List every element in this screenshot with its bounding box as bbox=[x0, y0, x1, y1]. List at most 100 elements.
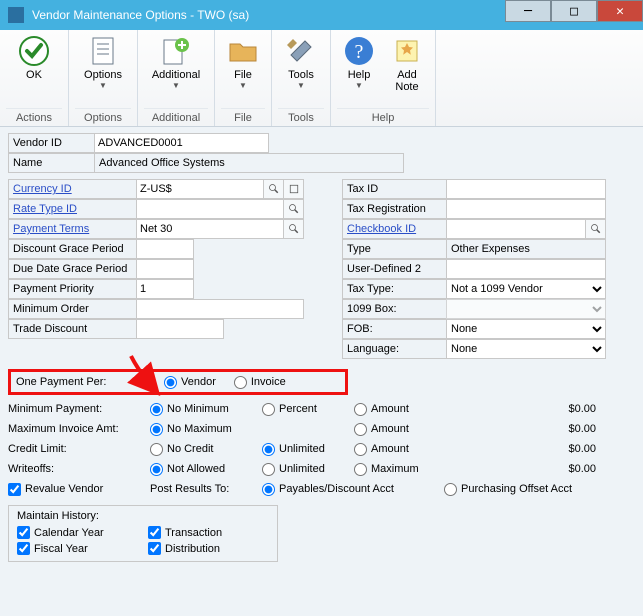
document-plus-icon bbox=[160, 35, 192, 67]
maxinv-nomax-radio[interactable]: No Maximum bbox=[150, 423, 250, 436]
type-label: Type bbox=[342, 239, 446, 259]
discount-grace-field[interactable] bbox=[136, 239, 194, 259]
payment-priority-field[interactable] bbox=[136, 279, 194, 299]
trade-discount-label: Trade Discount bbox=[8, 319, 136, 339]
due-date-grace-field[interactable] bbox=[136, 259, 194, 279]
minpay-nomin-radio[interactable]: No Minimum bbox=[150, 403, 250, 416]
maintain-history-legend: Maintain History: bbox=[17, 510, 269, 522]
type-value: Other Expenses bbox=[446, 239, 606, 259]
fob-select[interactable]: None bbox=[446, 319, 606, 339]
rate-type-id-field[interactable] bbox=[136, 199, 284, 219]
due-date-grace-label: Due Date Grace Period bbox=[8, 259, 136, 279]
folder-icon bbox=[227, 35, 259, 67]
language-label: Language: bbox=[342, 339, 446, 359]
vendor-id-label: Vendor ID bbox=[8, 133, 94, 153]
post-results-to-label: Post Results To: bbox=[150, 483, 250, 495]
writeoff-notallowed-radio[interactable]: Not Allowed bbox=[150, 463, 250, 476]
one-payment-per-label: One Payment Per: bbox=[16, 376, 146, 388]
writeoffs-label: Writeoffs: bbox=[8, 463, 138, 475]
payment-terms-label[interactable]: Payment Terms bbox=[8, 219, 136, 239]
currency-id-field[interactable] bbox=[136, 179, 264, 199]
ribbon-group-additional: Additional bbox=[144, 108, 208, 126]
additional-button[interactable]: Additional ▼ bbox=[144, 32, 208, 90]
help-button[interactable]: ? Help ▼ bbox=[337, 32, 381, 93]
maxinv-amount-value: $0.00 bbox=[446, 423, 596, 435]
options-button[interactable]: Options ▼ bbox=[75, 32, 131, 90]
one-payment-per-group: One Payment Per: Vendor Invoice bbox=[8, 369, 348, 395]
tax-type-label: Tax Type: bbox=[342, 279, 446, 299]
tax-id-label: Tax ID bbox=[342, 179, 446, 199]
tools-button[interactable]: Tools ▼ bbox=[278, 32, 324, 90]
vendor-id-field[interactable] bbox=[94, 133, 269, 153]
lookup-button[interactable] bbox=[264, 179, 284, 199]
history-fiscal-checkbox[interactable]: Fiscal Year bbox=[17, 542, 138, 555]
maintain-history-group: Maintain History: Calendar Year Transact… bbox=[8, 505, 278, 562]
box1099-label: 1099 Box: bbox=[342, 299, 446, 319]
currency-id-label[interactable]: Currency ID bbox=[8, 179, 136, 199]
app-icon bbox=[8, 7, 24, 23]
close-button[interactable]: ✕ bbox=[597, 0, 643, 22]
chevron-down-icon: ▼ bbox=[99, 81, 107, 90]
writeoff-amount-value: $0.00 bbox=[446, 463, 596, 475]
window-title: Vendor Maintenance Options - TWO (sa) bbox=[32, 8, 249, 22]
box1099-select bbox=[446, 299, 606, 319]
minpay-amount-radio[interactable]: Amount bbox=[354, 403, 434, 416]
checkbook-id-label[interactable]: Checkbook ID bbox=[342, 219, 446, 239]
chevron-down-icon: ▼ bbox=[297, 81, 305, 90]
fob-label: FOB: bbox=[342, 319, 446, 339]
user-defined2-field[interactable] bbox=[446, 259, 606, 279]
history-transaction-checkbox[interactable]: Transaction bbox=[148, 526, 269, 539]
discount-grace-label: Discount Grace Period bbox=[8, 239, 136, 259]
minpay-percent-radio[interactable]: Percent bbox=[262, 403, 342, 416]
tax-registration-field[interactable] bbox=[446, 199, 606, 219]
maximize-button[interactable]: □ bbox=[551, 0, 597, 22]
checkbook-id-field[interactable] bbox=[446, 219, 586, 239]
revalue-vendor-checkbox[interactable]: Revalue Vendor bbox=[8, 483, 138, 496]
file-button[interactable]: File ▼ bbox=[221, 32, 265, 90]
max-invoice-label: Maximum Invoice Amt: bbox=[8, 423, 138, 435]
title-bar: Vendor Maintenance Options - TWO (sa) ─ … bbox=[0, 0, 643, 30]
credit-limit-label: Credit Limit: bbox=[8, 443, 138, 455]
document-list-icon bbox=[87, 35, 119, 67]
one-payment-vendor-radio[interactable]: Vendor bbox=[164, 376, 216, 389]
help-icon: ? bbox=[343, 35, 375, 67]
user-defined2-label: User-Defined 2 bbox=[342, 259, 446, 279]
credit-unlimited-radio[interactable]: Unlimited bbox=[262, 443, 342, 456]
history-calendar-checkbox[interactable]: Calendar Year bbox=[17, 526, 138, 539]
svg-text:?: ? bbox=[355, 41, 364, 63]
lookup-button[interactable] bbox=[284, 219, 304, 239]
ribbon-group-help: Help bbox=[337, 108, 429, 126]
client-area: Vendor ID Name Advanced Office Systems C… bbox=[0, 127, 643, 616]
credit-nocredit-radio[interactable]: No Credit bbox=[150, 443, 250, 456]
expand-button[interactable] bbox=[284, 179, 304, 199]
tools-icon bbox=[285, 35, 317, 67]
history-distribution-checkbox[interactable]: Distribution bbox=[148, 542, 269, 555]
payment-terms-field[interactable] bbox=[136, 219, 284, 239]
writeoff-unlimited-radio[interactable]: Unlimited bbox=[262, 463, 342, 476]
writeoff-maximum-radio[interactable]: Maximum bbox=[354, 463, 434, 476]
add-note-button[interactable]: Add Note bbox=[385, 32, 429, 93]
chevron-down-icon: ▼ bbox=[355, 81, 363, 90]
tax-type-select[interactable]: Not a 1099 Vendor bbox=[446, 279, 606, 299]
ok-button[interactable]: OK bbox=[6, 32, 62, 89]
minimum-order-field[interactable] bbox=[136, 299, 304, 319]
minimum-payment-label: Minimum Payment: bbox=[8, 403, 138, 415]
trade-discount-field[interactable] bbox=[136, 319, 224, 339]
lookup-button[interactable] bbox=[586, 219, 606, 239]
post-payables-radio[interactable]: Payables/Discount Acct bbox=[262, 483, 432, 496]
rate-type-id-label[interactable]: Rate Type ID bbox=[8, 199, 136, 219]
credit-amount-radio[interactable]: Amount bbox=[354, 443, 434, 456]
ribbon-group-tools: Tools bbox=[278, 108, 324, 126]
payment-priority-label: Payment Priority bbox=[8, 279, 136, 299]
name-label: Name bbox=[8, 153, 94, 173]
one-payment-invoice-radio[interactable]: Invoice bbox=[234, 376, 286, 389]
ribbon: OK Actions Options ▼ Options Additional bbox=[0, 30, 643, 127]
tax-id-field[interactable] bbox=[446, 179, 606, 199]
maxinv-amount-radio[interactable]: Amount bbox=[354, 423, 434, 436]
post-purchasing-radio[interactable]: Purchasing Offset Acct bbox=[444, 483, 572, 496]
language-select[interactable]: None bbox=[446, 339, 606, 359]
lookup-button[interactable] bbox=[284, 199, 304, 219]
minimize-button[interactable]: ─ bbox=[505, 0, 551, 22]
ribbon-group-file: File bbox=[221, 108, 265, 126]
ribbon-group-actions: Actions bbox=[6, 108, 62, 126]
